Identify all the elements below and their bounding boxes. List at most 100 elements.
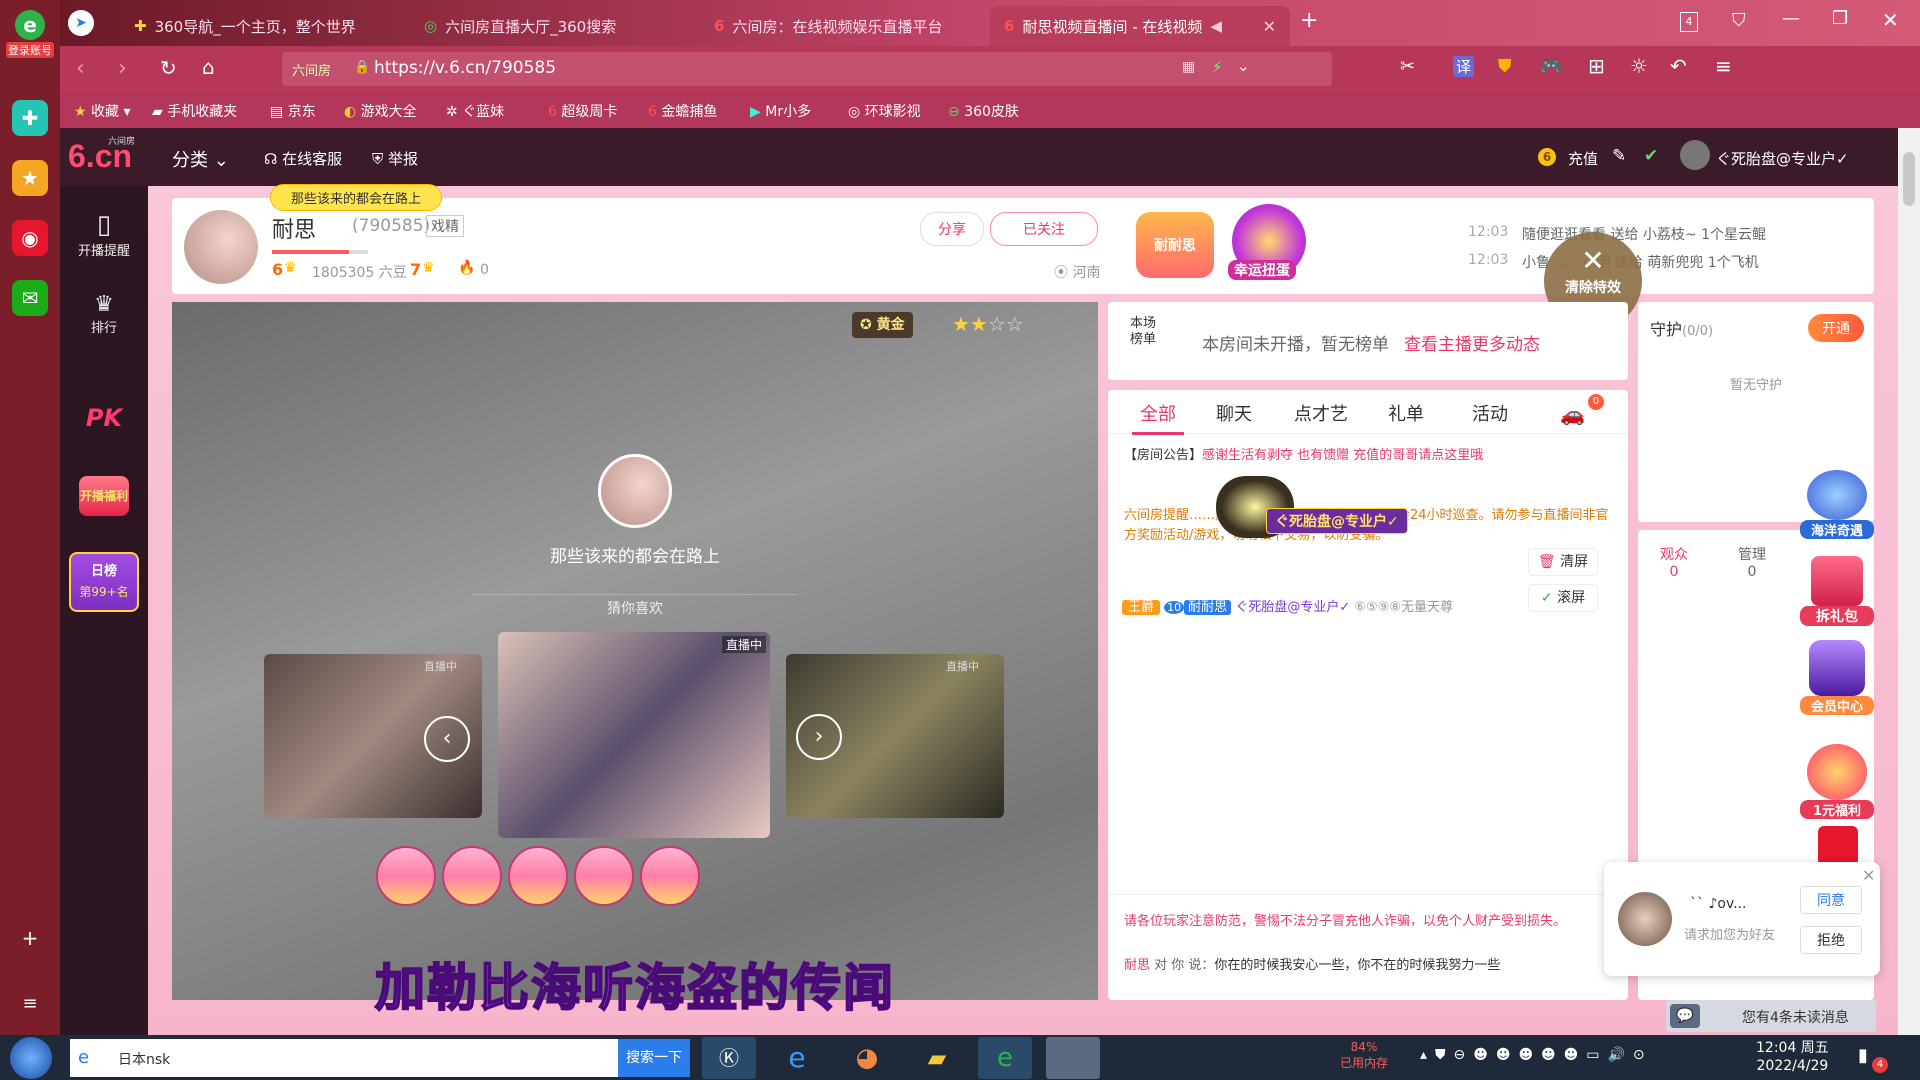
tab-activity[interactable]: 活动 [1472,400,1508,426]
promo-gift[interactable]: 拆礼包 [1800,556,1874,626]
tab-giftlist[interactable]: 礼单 [1388,400,1424,426]
lucky-egg-label[interactable]: 幸运扭蛋 [1228,260,1296,280]
tab-360-nav[interactable]: ✚ 360导航_一个主页，整个世界 [120,6,410,46]
tray-icons[interactable]: ▴⛊⊖☻☻☻☻☻▭🔊⊙ [1420,1047,1653,1063]
user-avatar[interactable] [1680,140,1710,170]
reject-button[interactable]: 拒绝 [1800,926,1862,954]
bookmark-favorites[interactable]: ★ 收藏 ▾ [74,101,131,121]
clear-chat-button[interactable]: 🗑 清屏 [1528,548,1598,576]
ranking[interactable]: ♛ 排行 [60,292,148,336]
fan-badge-heart[interactable]: 耐耐思 [1136,212,1214,278]
bookmark-fishing[interactable]: 6 金蟾捕鱼 [648,101,717,121]
red-packet-icon[interactable] [1818,826,1858,866]
user-name[interactable]: ぐ死胎盘@专业户✓ [1716,148,1849,169]
share-button[interactable]: 分享 [920,212,984,246]
shield-icon[interactable]: ⛊ [1498,56,1512,77]
pk-icon[interactable]: PK [60,404,148,432]
bookmark-skin[interactable]: ⊖ 360皮肤 [948,101,1019,121]
tab-manage[interactable]: 管理 0 [1738,544,1766,580]
recharge-link[interactable]: 充值 [1568,148,1598,169]
recommend-thumb-main[interactable]: 直播中 [498,632,770,838]
promo-ocean[interactable]: 海洋奇遇 [1800,470,1874,539]
close-tab-icon[interactable]: ✕ [1263,17,1276,36]
plus-app-icon[interactable]: ✚ [12,100,48,136]
gamepad-icon[interactable]: 🎮 [1540,56,1562,77]
recommend-thumb[interactable]: 直播中 › [786,654,1004,818]
bookmark-games[interactable]: ◐ 游戏大全 [344,101,417,121]
weibo-icon[interactable]: ◉ [12,220,48,256]
followed-button[interactable]: 已关注 [990,212,1098,246]
tab-search[interactable]: ◎ 六间房直播大厅_360搜索 [410,6,700,46]
recommend-thumb[interactable]: 直播中 ‹ [264,654,482,818]
bookmark-lanmei[interactable]: ✲ ぐ蓝妹 [446,101,504,121]
tab-talent[interactable]: 点才艺 [1294,400,1348,426]
star-favorites-icon[interactable]: ★ [12,160,48,196]
category-menu[interactable]: 分类 ⌄ [172,146,229,172]
address-bar[interactable]: 六间房 🔒 https://v.6.cn/790585 ▦ ⚡ ⌄ [282,52,1332,86]
unread-bar[interactable]: 💬 您有4条未读消息 [1666,1000,1876,1032]
msg-user[interactable]: 耐思 [1124,958,1150,973]
forward-icon[interactable]: › [118,56,127,81]
promo-welfare[interactable]: 1元福利 [1800,744,1874,819]
tab-all[interactable]: 全部 [1132,400,1184,435]
ranklist-label[interactable]: 本场 榜单 [1130,316,1156,348]
login-account[interactable]: e 登录账号 [6,10,54,60]
video-player[interactable]: ✪ 黄金 ★★☆☆ 那些该来的都会在路上 猜你喜欢 直播中 ‹ 直播中 直播中 … [172,302,1098,1018]
speed-icon[interactable]: ⚡ [1212,58,1223,76]
report-link[interactable]: ⛨ 举报 [372,148,418,169]
bookmark-jd[interactable]: ▤ 京东 [270,101,316,121]
accept-button[interactable]: 同意 [1800,886,1862,914]
ie-search-box[interactable]: e 日本nsk [70,1039,618,1077]
mail-icon[interactable]: ✉ [12,280,48,316]
promo-vip[interactable]: 会员中心 [1800,640,1874,715]
mute-icon[interactable]: ◀ [1210,17,1222,35]
clock[interactable]: 12:04 周五 2022/4/29 [1756,1039,1829,1075]
scissors-icon[interactable]: ✂ [1400,56,1415,77]
tab-6cn[interactable]: 6 六间房：在线视频娱乐直播平台 [700,6,990,46]
live-remind[interactable]: ▯ 开播提醒 [60,210,148,259]
close-popup-icon[interactable]: ✕ [1862,866,1875,885]
memory-indicator[interactable]: 84% 已用内存 [1340,1039,1388,1071]
back-icon[interactable]: ‹ [76,56,85,81]
navigate-icon[interactable]: ➤ [68,10,94,36]
chrome-icon[interactable]: ◕ [840,1037,894,1079]
bookmark-mobile[interactable]: ▰ 手机收藏夹 [152,101,237,121]
k-app-icon[interactable]: Ⓚ [702,1037,756,1079]
open-guard-button[interactable]: 开通 [1808,314,1864,342]
new-tab-icon[interactable]: + [1300,8,1318,33]
undo-icon[interactable]: ↶ [1670,54,1687,78]
tab-chat[interactable]: 聊天 [1216,400,1252,426]
folder-icon[interactable]: ▰ [910,1037,964,1079]
next-arrow-icon[interactable]: › [796,714,842,760]
online-service[interactable]: ☊ 在线客服 [264,148,342,169]
prev-arrow-icon[interactable]: ‹ [424,716,470,762]
tab-live-room[interactable]: 6 耐思视频直播间 - 在线视频 ◀ ✕ [990,6,1290,46]
check-circle-icon[interactable]: ✔ [1644,146,1658,166]
anchor-avatar[interactable] [184,210,258,284]
menu-icon[interactable]: ≡ [1715,54,1732,78]
edit-icon[interactable]: ✎ [1612,146,1626,166]
home-icon[interactable]: ⌂ [202,55,215,79]
site-logo[interactable]: 6.cn 六间房 [68,134,136,178]
restore-icon[interactable]: ❐ [1832,8,1848,29]
ie-taskbar-icon[interactable]: e [770,1037,824,1079]
daily-rank-badge[interactable]: 日榜 第99+名 [60,552,148,612]
close-window-icon[interactable]: ✕ [1882,8,1899,32]
page-scrollbar[interactable] [1898,128,1920,1035]
qr-icon[interactable]: ▦ [1182,59,1195,75]
app-taskbar-icon[interactable] [1046,1037,1100,1079]
car-icon[interactable]: 🚗 [1560,402,1585,426]
skin-shirt-icon[interactable]: ⛉ [1732,10,1746,31]
ranklist-link[interactable]: 查看主播更多动态 [1404,330,1540,355]
start-button-icon[interactable] [10,1037,52,1079]
search-button[interactable]: 搜索一下 [618,1039,690,1077]
scroll-chat-button[interactable]: ✓ 滚屏 [1528,584,1598,612]
dropdown-icon[interactable]: ⌄ [1237,57,1250,75]
welfare-badge[interactable]: 开播福利 [60,476,148,516]
tab-audience[interactable]: 观众 0 [1660,544,1688,580]
menu-list-icon[interactable]: ≡ [12,985,48,1021]
add-icon[interactable]: + [12,920,48,956]
brightness-icon[interactable]: ☼ [1630,54,1648,78]
bookmark-movies[interactable]: ◎ 环球影视 [848,101,921,121]
bookmark-mrxiaoduo[interactable]: ▶ Mr小多 [750,101,811,121]
